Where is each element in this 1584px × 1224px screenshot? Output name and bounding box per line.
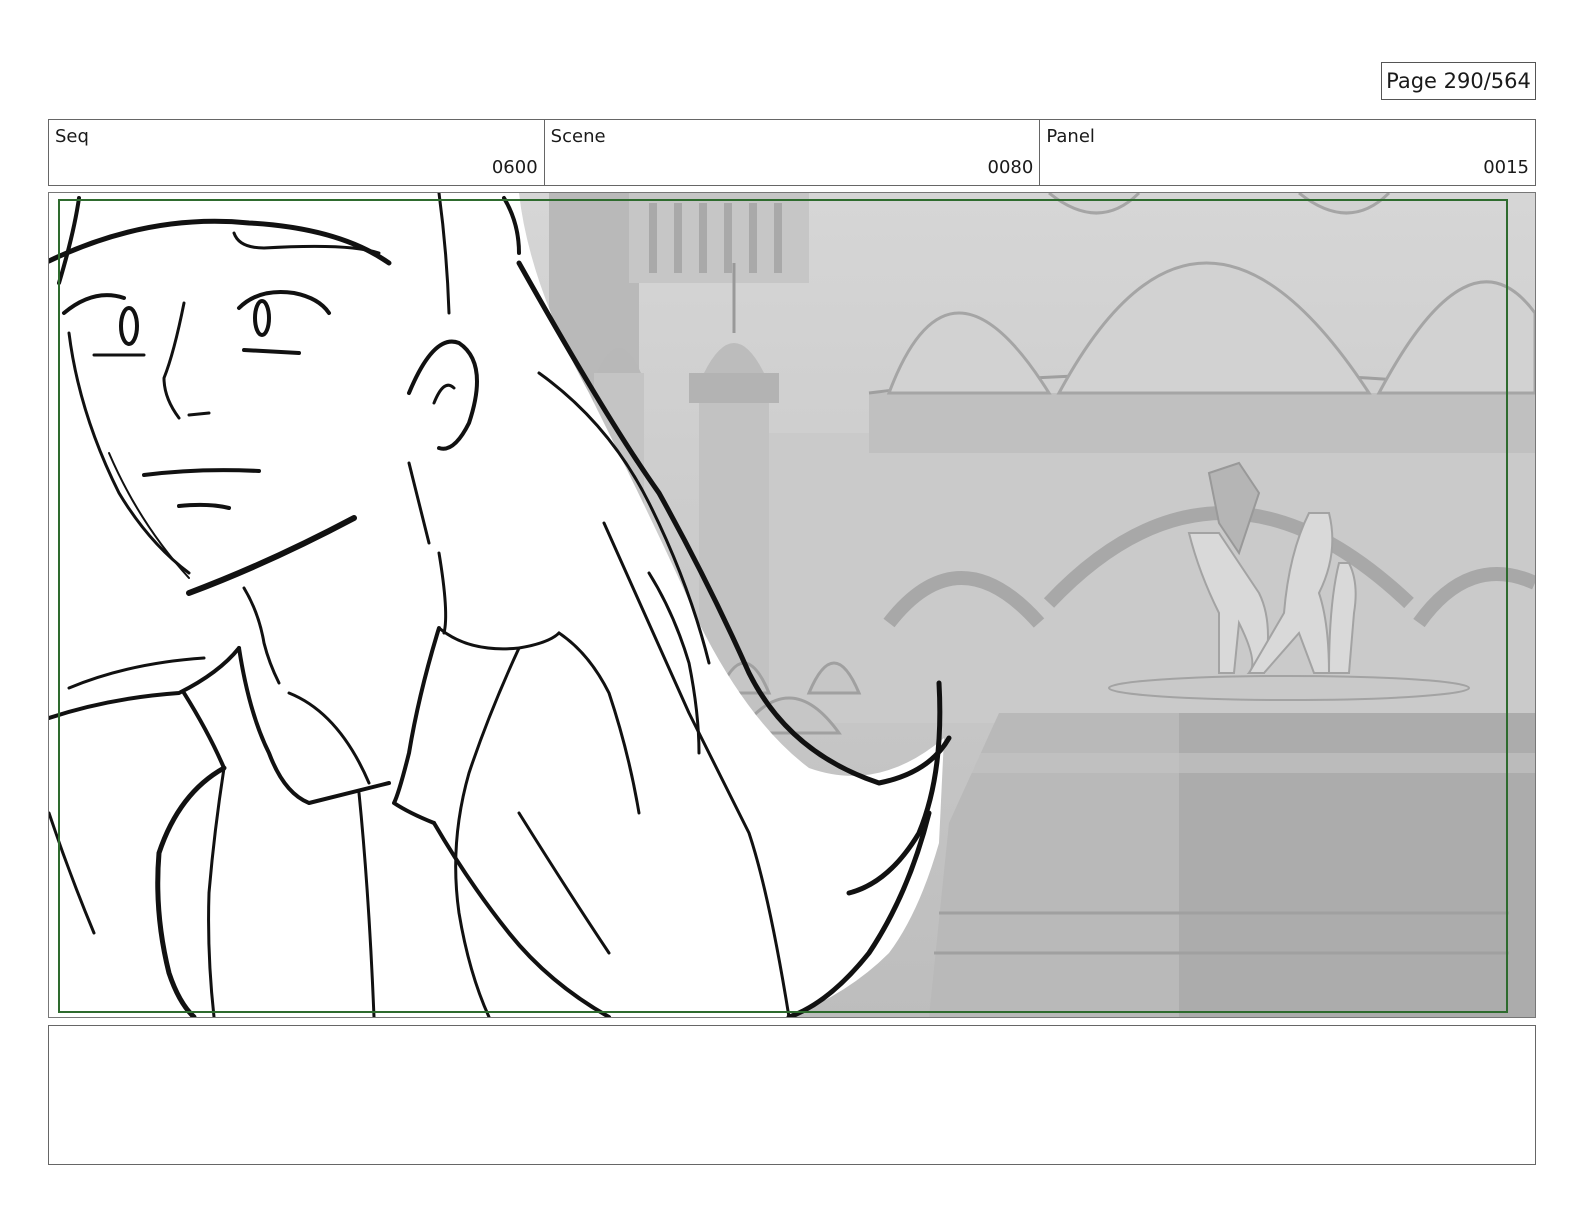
floor xyxy=(749,753,1535,773)
panel-cell: Panel 0015 xyxy=(1040,120,1535,185)
seq-label: Seq xyxy=(55,126,89,147)
panel-drawing xyxy=(49,193,1535,1017)
page-number: Page 290/564 xyxy=(1381,62,1536,100)
panel-info-header: Seq 0600 Scene 0080 Panel 0015 xyxy=(48,119,1536,186)
scene-value: 0080 xyxy=(987,157,1034,178)
scene-cell: Scene 0080 xyxy=(545,120,1041,185)
storyboard-panel-image xyxy=(48,192,1536,1018)
panel-value: 0015 xyxy=(1483,157,1530,178)
panel-label: Panel xyxy=(1046,126,1095,147)
palace-cornice xyxy=(869,393,1535,453)
notes-area[interactable] xyxy=(48,1025,1536,1165)
seq-cell: Seq 0600 xyxy=(49,120,545,185)
scene-label: Scene xyxy=(550,126,606,147)
seq-value: 0600 xyxy=(491,157,538,178)
